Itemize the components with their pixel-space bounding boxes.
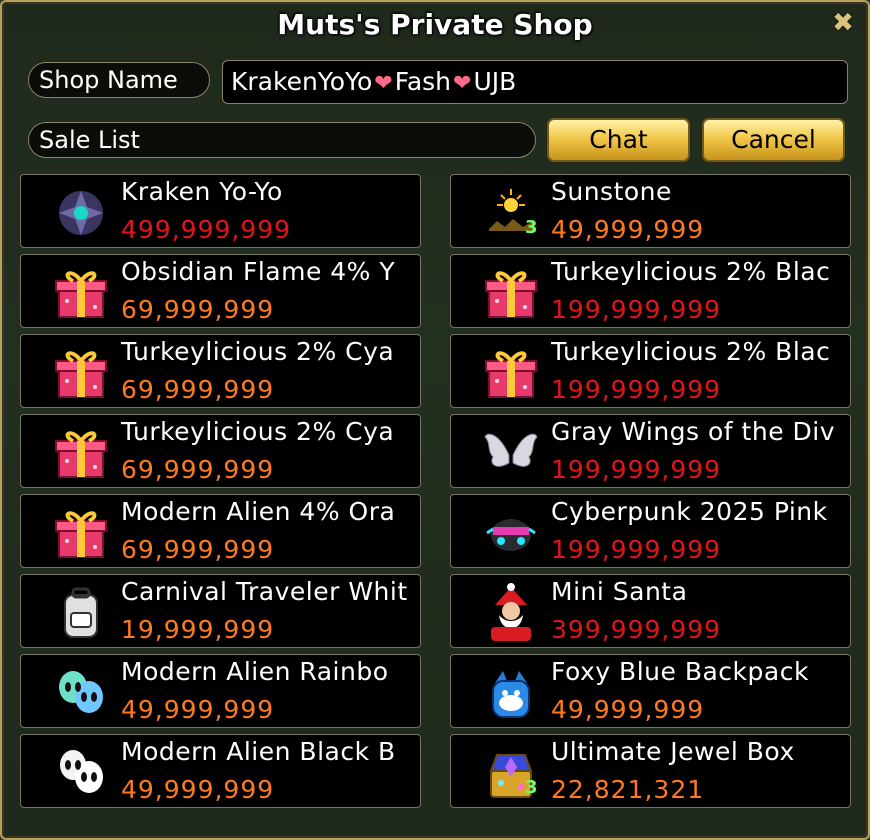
item-price: 49,999,999 xyxy=(551,215,705,244)
heart-icon: ❤ xyxy=(453,71,472,96)
shop-name-part-1: KrakenYoYo xyxy=(231,67,373,96)
item-price: 69,999,999 xyxy=(121,375,275,404)
item-price: 22,821,321 xyxy=(551,775,705,804)
shop-name-label: Shop Name xyxy=(28,62,210,98)
item-name: Modern Alien Black B xyxy=(121,737,396,766)
item-name: Sunstone xyxy=(551,177,672,206)
sale-item-slot[interactable]: Modern Alien Black B 49,999,999 xyxy=(20,734,421,808)
gift-box-icon xyxy=(49,263,113,323)
item-price: 49,999,999 xyxy=(551,695,705,724)
item-name: Modern Alien Rainbo xyxy=(121,657,389,686)
item-name: Foxy Blue Backpack xyxy=(551,657,809,686)
item-name: Turkeylicious 2% Blac xyxy=(551,337,831,366)
chat-button[interactable]: Chat xyxy=(547,118,690,162)
item-quantity: 3 xyxy=(525,217,538,238)
item-name: Turkeylicious 2% Cya xyxy=(121,337,395,366)
item-name: Mini Santa xyxy=(551,577,688,606)
item-price: 399,999,999 xyxy=(551,615,722,644)
sale-item-slot[interactable]: Foxy Blue Backpack 49,999,999 xyxy=(450,654,851,728)
gift-box-icon xyxy=(49,343,113,403)
private-shop-window: Muts's Private Shop ✖ Shop Name KrakenYo… xyxy=(0,0,870,840)
item-price: 499,999,999 xyxy=(121,215,292,244)
window-title: Muts's Private Shop xyxy=(277,8,593,41)
alien-balloons-icon xyxy=(49,663,113,723)
sale-item-slot[interactable]: Turkeylicious 2% Blac 199,999,999 xyxy=(450,254,851,328)
shop-name-field[interactable]: KrakenYoYo❤Fash❤UJB xyxy=(222,60,848,104)
item-price: 49,999,999 xyxy=(121,775,275,804)
item-name: Gray Wings of the Div xyxy=(551,417,836,446)
wings-icon xyxy=(479,423,543,483)
sale-item-slot[interactable]: Turkeylicious 2% Blac 199,999,999 xyxy=(450,334,851,408)
cancel-button[interactable]: Cancel xyxy=(702,118,845,162)
item-price: 19,999,999 xyxy=(121,615,275,644)
item-price: 69,999,999 xyxy=(121,535,275,564)
gift-box-icon xyxy=(479,343,543,403)
sale-item-slot[interactable]: Sunstone 49,999,999 3 xyxy=(450,174,851,248)
alien-balloons-white-icon xyxy=(49,743,113,803)
item-price: 199,999,999 xyxy=(551,455,722,484)
sale-item-slot[interactable]: Turkeylicious 2% Cya 69,999,999 xyxy=(20,414,421,488)
item-name: Ultimate Jewel Box xyxy=(551,737,795,766)
shop-name-part-2: Fash xyxy=(394,67,452,96)
santa-icon xyxy=(479,583,543,643)
sale-list-label: Sale List xyxy=(28,122,536,158)
sale-item-slot[interactable]: Cyberpunk 2025 Pink 199,999,999 xyxy=(450,494,851,568)
close-icon[interactable]: ✖ xyxy=(830,10,856,36)
cyberpunk-mask-icon xyxy=(479,503,543,563)
blue-backpack-icon xyxy=(479,663,543,723)
item-name: Obsidian Flame 4% Y xyxy=(121,257,396,286)
sale-item-slot[interactable]: Modern Alien Rainbo 49,999,999 xyxy=(20,654,421,728)
gift-box-icon xyxy=(479,263,543,323)
item-name: Cyberpunk 2025 Pink xyxy=(551,497,828,526)
item-name: Carnival Traveler Whit xyxy=(121,577,408,606)
sale-item-slot[interactable]: Gray Wings of the Div 199,999,999 xyxy=(450,414,851,488)
backpack-icon xyxy=(49,583,113,643)
item-price: 199,999,999 xyxy=(551,295,722,324)
sale-item-slot[interactable]: Mini Santa 399,999,999 xyxy=(450,574,851,648)
sale-item-slot[interactable]: Kraken Yo-Yo 499,999,999 xyxy=(20,174,421,248)
yoyo-icon xyxy=(49,183,113,243)
item-quantity: 3 xyxy=(525,777,538,798)
item-name: Turkeylicious 2% Cya xyxy=(121,417,395,446)
shop-name-part-3: UJB xyxy=(473,67,517,96)
item-price: 49,999,999 xyxy=(121,695,275,724)
item-name: Kraken Yo-Yo xyxy=(121,177,283,206)
sale-item-slot[interactable]: Carnival Traveler Whit 19,999,999 xyxy=(20,574,421,648)
sale-item-slot[interactable]: Turkeylicious 2% Cya 69,999,999 xyxy=(20,334,421,408)
gift-box-icon xyxy=(49,423,113,483)
sale-item-slot[interactable]: Ultimate Jewel Box 22,821,321 3 xyxy=(450,734,851,808)
sale-item-slot[interactable]: Obsidian Flame 4% Y 69,999,999 xyxy=(20,254,421,328)
item-price: 69,999,999 xyxy=(121,295,275,324)
gift-box-icon xyxy=(49,503,113,563)
heart-icon: ❤ xyxy=(374,71,393,96)
item-name: Turkeylicious 2% Blac xyxy=(551,257,831,286)
sale-item-slot[interactable]: Modern Alien 4% Ora 69,999,999 xyxy=(20,494,421,568)
item-price: 199,999,999 xyxy=(551,535,722,564)
item-name: Modern Alien 4% Ora xyxy=(121,497,396,526)
item-price: 69,999,999 xyxy=(121,455,275,484)
item-price: 199,999,999 xyxy=(551,375,722,404)
